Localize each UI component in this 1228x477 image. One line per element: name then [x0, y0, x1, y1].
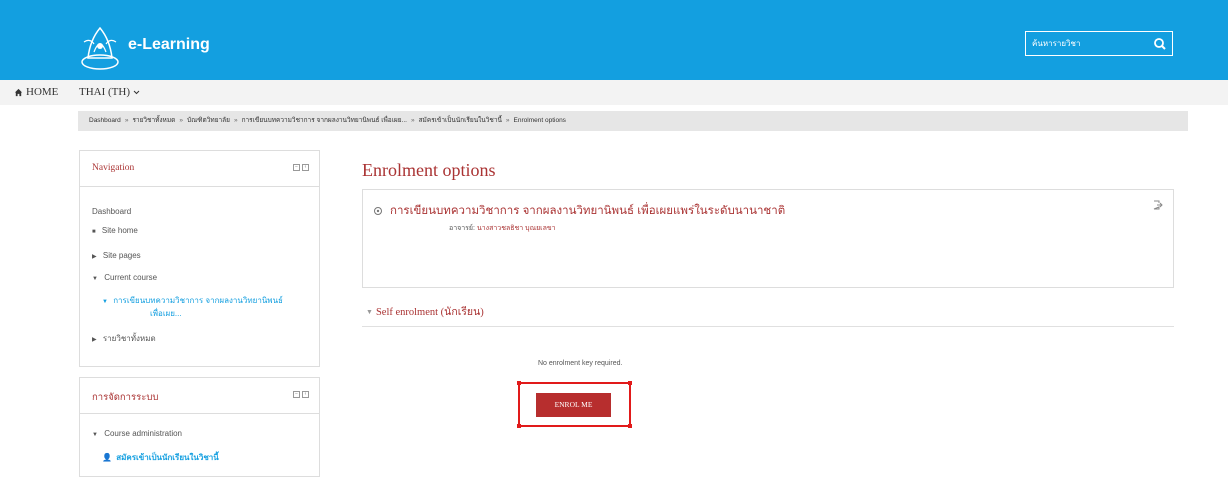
search-box [1025, 31, 1173, 56]
nav-item-current-course[interactable]: ▼ Current course [92, 273, 157, 282]
nav-item-label: Site home [101, 226, 138, 235]
nav-item-dashboard[interactable]: Dashboard [92, 207, 131, 216]
breadcrumb-separator: » [505, 117, 510, 124]
enrol-me-button[interactable]: ENROL ME [536, 393, 611, 417]
self-enrolment-toggle[interactable]: ▼ Self enrolment (นักเรียน) [366, 303, 484, 320]
caret-down-icon: ▼ [366, 307, 373, 316]
caret-down-icon: ▼ [92, 432, 98, 438]
administration-block: การจัดการระบบ − ‹ ▼ Course administratio… [79, 377, 320, 477]
dock-icon[interactable]: − [293, 164, 300, 171]
highlight-corner [517, 424, 521, 428]
collapse-icon[interactable]: ‹ [302, 391, 309, 398]
highlight-corner [517, 381, 521, 385]
nav-item-site-pages[interactable]: ▶ Site pages [92, 251, 141, 260]
search-input[interactable] [1027, 33, 1145, 54]
breadcrumb-separator: » [233, 117, 238, 124]
breadcrumb-item-graduate-school[interactable]: บัณฑิตวิทยาลัย [187, 117, 230, 124]
course-name: การเขียนบทความวิชาการ จากผลงานวิทยานิพนธ… [390, 205, 786, 217]
no-key-message: No enrolment key required. [538, 360, 623, 367]
custom-menu-bar: HOME THAI (TH) [0, 80, 1228, 105]
home-icon [14, 88, 23, 96]
nav-item-label: Site pages [102, 251, 141, 260]
language-menu[interactable]: THAI (TH) [79, 86, 140, 98]
nav-item-label: รายวิชาทั้งหมด [102, 334, 156, 343]
breadcrumb-item-enrol[interactable]: สมัครเข้าเป็นนักเรียนในวิชานี้ [419, 117, 502, 124]
navigation-block-title: Navigation [92, 163, 135, 173]
dock-icon[interactable]: − [293, 391, 300, 398]
enrol-icon [1153, 200, 1163, 210]
home-link[interactable]: HOME [14, 86, 58, 98]
block-controls: − ‹ [293, 391, 309, 398]
administration-block-title: การจัดการระบบ [92, 393, 159, 403]
breadcrumb-separator: » [124, 117, 129, 124]
breadcrumb-item-current: Enrolment options [513, 117, 566, 124]
course-icon [374, 207, 382, 215]
site-title[interactable]: e-Learning [128, 36, 210, 54]
nav-item-label: Current course [104, 273, 158, 282]
page-title: Enrolment options [362, 160, 496, 180]
navigation-block-header: Navigation − ‹ [80, 151, 319, 187]
breadcrumb-item-dashboard[interactable]: Dashboard [89, 117, 121, 124]
admin-item-label: สมัครเข้าเป็นนักเรียนในวิชานี้ [116, 453, 219, 462]
teacher-name-link[interactable]: นางสาวชลธิชา บุณยเลขา [477, 225, 556, 232]
user-icon: 👤 [102, 453, 112, 462]
language-label: THAI (TH) [79, 86, 131, 98]
navigation-block: Navigation − ‹ Dashboard ■ Site home ▶ S… [79, 150, 320, 367]
breadcrumb-separator: » [410, 117, 415, 124]
university-logo[interactable] [78, 22, 122, 70]
breadcrumb: Dashboard» รายวิชาทั้งหมด» บัณฑิตวิทยาลัย»… [78, 111, 1188, 131]
block-controls: − ‹ [293, 164, 309, 171]
nav-item-all-courses[interactable]: ▶ รายวิชาทั้งหมด [92, 332, 156, 345]
breadcrumb-item-course[interactable]: การเขียนบทความวิชาการ จากผลงานวิทยานิพนธ… [242, 117, 407, 124]
highlight-corner [628, 381, 632, 385]
nav-item-label-line2: เพื่อเผย... [150, 309, 182, 318]
course-name-link[interactable]: การเขียนบทความวิชาการ จากผลงานวิทยานิพนธ… [373, 202, 785, 220]
search-icon [1154, 38, 1166, 50]
administration-block-header: การจัดการระบบ − ‹ [80, 378, 319, 414]
self-enrolment-title: Self enrolment (นักเรียน) [375, 307, 484, 318]
breadcrumb-item-all-courses[interactable]: รายวิชาทั้งหมด [132, 117, 175, 124]
breadcrumb-separator: » [179, 117, 183, 124]
nav-item-course-link[interactable]: ▼ การเขียนบทความวิชาการ จากผลงานวิทยานิพ… [102, 295, 283, 319]
search-button[interactable] [1150, 35, 1170, 53]
nav-item-label-line1: การเขียนบทความวิชาการ จากผลงานวิทยานิพนธ… [113, 296, 283, 305]
caret-down-icon: ▼ [92, 276, 98, 282]
admin-item-label: Course administration [104, 429, 182, 438]
highlight-corner [628, 424, 632, 428]
top-header: e-Learning [0, 0, 1228, 80]
admin-item-course-administration[interactable]: ▼ Course administration [92, 429, 182, 438]
section-divider [362, 326, 1174, 327]
course-teacher: อาจารย์: นางสาวชลธิชา บุณยเลขา [449, 223, 556, 234]
caret-right-icon: ▶ [92, 337, 97, 343]
chevron-down-icon [133, 90, 140, 94]
nav-item-site-home[interactable]: ■ Site home [92, 226, 138, 235]
caret-right-icon: ▶ [92, 254, 97, 260]
bullet-icon: ■ [92, 229, 96, 235]
caret-down-icon: ▼ [102, 299, 108, 305]
teacher-label: อาจารย์: [449, 225, 475, 232]
admin-item-enrol-self[interactable]: 👤 สมัครเข้าเป็นนักเรียนในวิชานี้ [102, 451, 219, 464]
course-info-box: การเขียนบทความวิชาการ จากผลงานวิทยานิพนธ… [362, 189, 1174, 288]
collapse-icon[interactable]: ‹ [302, 164, 309, 171]
home-label: HOME [26, 86, 59, 98]
